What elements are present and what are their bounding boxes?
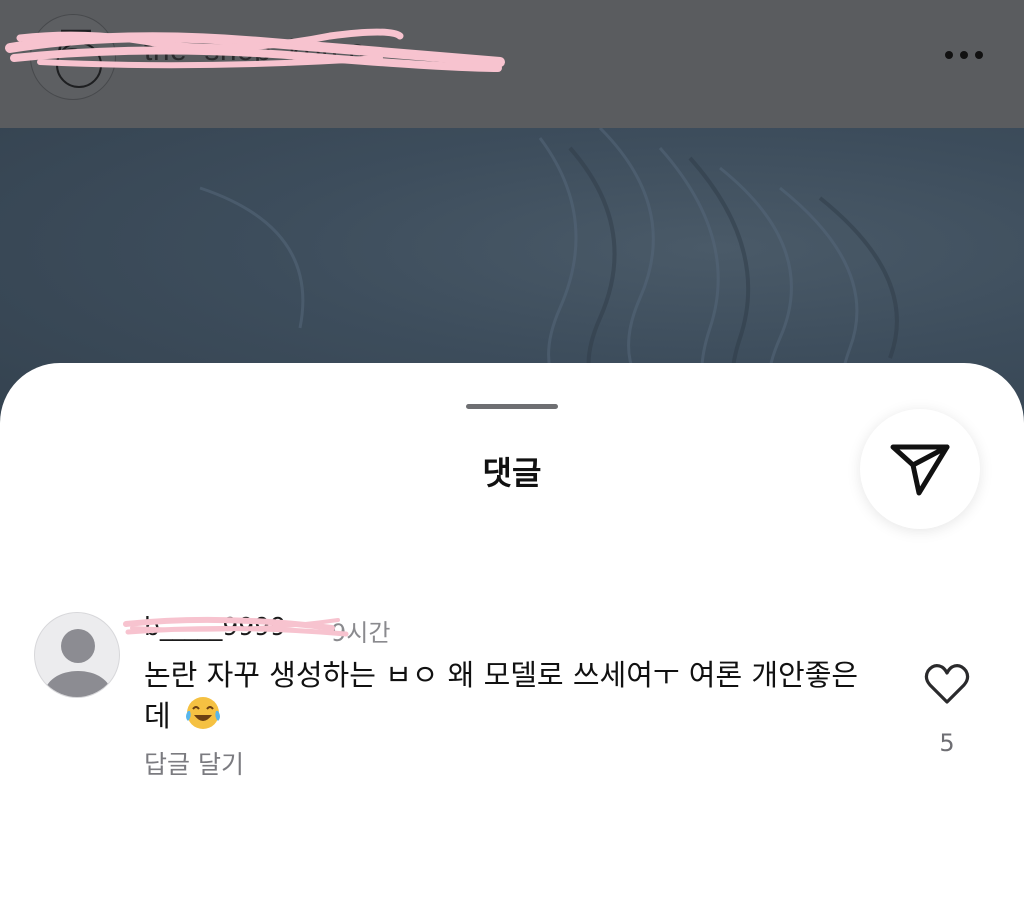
tears-of-joy-emoji [184, 695, 222, 741]
paper-plane-icon [890, 444, 950, 496]
share-button[interactable] [860, 409, 980, 529]
post-header: the_shop_korea [0, 0, 1024, 128]
like-count: 5 [939, 729, 955, 757]
sheet-drag-handle[interactable] [466, 404, 558, 409]
post-username[interactable]: the_shop_korea [144, 34, 366, 68]
post-author-avatar[interactable] [30, 14, 116, 100]
more-options-button[interactable] [936, 40, 992, 70]
reply-button[interactable]: 답글 달기 [144, 745, 244, 781]
like-button[interactable] [924, 662, 970, 706]
commenter-username[interactable]: b_____9999 [144, 612, 286, 641]
default-avatar-icon [45, 629, 111, 697]
comment-body: 논란 자꾸 생성하는 ㅂㅇ 왜 모델로 쓰세여ㅜ 여론 개안좋은데 😂 [144, 655, 884, 741]
brand-logo-icon [56, 29, 102, 88]
commenter-avatar[interactable] [34, 612, 120, 698]
comment-timestamp: 9시간 [331, 619, 391, 647]
heart-outline-icon [924, 664, 970, 704]
comment-text: 논란 자꾸 생성하는 ㅂㅇ 왜 모델로 쓰세여ㅜ 여론 개안좋은데 [144, 658, 859, 733]
more-horizontal-icon [945, 51, 953, 59]
